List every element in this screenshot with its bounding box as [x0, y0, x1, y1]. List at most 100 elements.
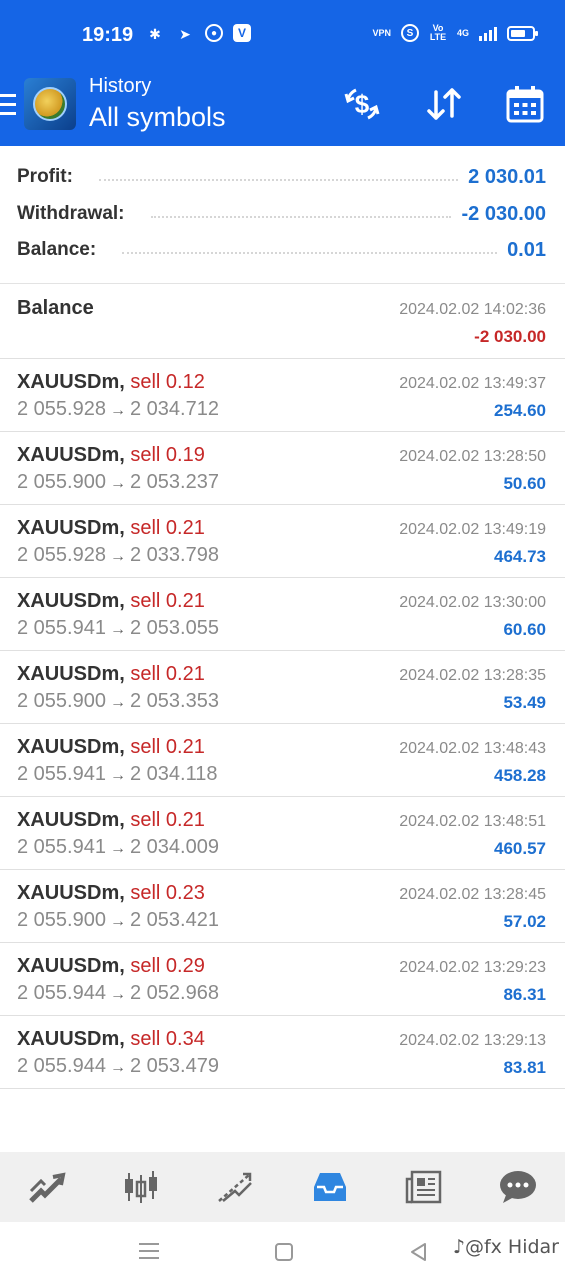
shield-icon: S: [400, 24, 419, 42]
v-app-icon: V: [233, 24, 251, 42]
page-title[interactable]: All symbols: [89, 102, 226, 133]
symbol-name: XAUUSDm,: [17, 1028, 125, 1050]
deal-symbol: XAUUSDm, sell 0.21: [17, 517, 205, 540]
deal-row[interactable]: XAUUSDm, sell 0.29 2 055.944 → 2 052.968 202…: [0, 943, 565, 1016]
back-icon[interactable]: [409, 1242, 429, 1262]
deal-symbol: XAUUSDm, sell 0.29: [17, 955, 205, 978]
deal-side-volume: sell 0.21: [130, 663, 205, 685]
symbol-name: XAUUSDm,: [17, 590, 125, 612]
profit-label: Profit:: [17, 166, 73, 187]
close-price: 2 034.712: [129, 398, 219, 420]
symbol-name: XAUUSDm,: [17, 809, 125, 831]
deal-profit: 60.60: [503, 620, 546, 639]
open-price: 2 055.944: [17, 982, 106, 1004]
watermark-text: ♪@fx Hidar: [452, 1236, 559, 1258]
balance-row: Balance: 0.01: [17, 232, 546, 268]
deal-prices: 2 055.900 → 2 053.421: [17, 909, 219, 932]
deal-profit: 57.02: [503, 912, 546, 931]
deal-row[interactable]: XAUUSDm, sell 0.23 2 055.900 → 2 053.421 202…: [0, 870, 565, 943]
dollar-exchange-icon[interactable]: $: [342, 84, 382, 124]
balance-operation-row[interactable]: Balance 2024.02.02 14:02:36 -2 030.00: [0, 285, 565, 359]
home-icon[interactable]: [274, 1242, 294, 1262]
profit-row: Profit: 2 030.01: [17, 159, 546, 195]
sort-icon[interactable]: [424, 84, 464, 124]
close-price: 2 053.237: [129, 471, 219, 493]
recent-apps-icon[interactable]: [138, 1242, 160, 1260]
bottom-navigation: [0, 1152, 565, 1222]
dotted-leader: [98, 179, 459, 181]
symbol-name: XAUUSDm,: [17, 517, 125, 539]
deal-row[interactable]: XAUUSDm, sell 0.12 2 055.928 → 2 034.712 202…: [0, 359, 565, 432]
close-price: 2 034.118: [129, 763, 218, 785]
close-price: 2 053.055: [129, 617, 219, 639]
deal-time: 2024.02.02 13:49:19: [399, 521, 546, 538]
page-subtitle: History: [89, 75, 152, 97]
deal-row[interactable]: XAUUSDm, sell 0.21 2 055.941 → 2 034.118 202…: [0, 724, 565, 797]
dotted-leader: [150, 216, 452, 218]
chat-tab[interactable]: [471, 1152, 565, 1222]
arrow-right-icon: →: [109, 475, 126, 492]
deal-side-volume: sell 0.21: [130, 736, 205, 758]
vpn-app-icon: ●: [205, 24, 223, 42]
volte-icon: Vo LTE: [429, 23, 447, 42]
deal-symbol: XAUUSDm, sell 0.34: [17, 1028, 205, 1051]
deal-prices: 2 055.944 → 2 053.479: [17, 1055, 219, 1078]
deal-row[interactable]: XAUUSDm, sell 0.34 2 055.944 → 2 053.479 202…: [0, 1016, 565, 1089]
deal-row[interactable]: XAUUSDm, sell 0.19 2 055.900 → 2 053.237 202…: [0, 432, 565, 505]
operation-time: 2024.02.02 14:02:36: [399, 301, 546, 318]
deal-prices: 2 055.941 → 2 034.118: [17, 763, 217, 786]
deal-row[interactable]: XAUUSDm, sell 0.21 2 055.941 → 2 053.055 202…: [0, 578, 565, 651]
open-price: 2 055.941: [17, 617, 106, 639]
history-tab[interactable]: [283, 1152, 377, 1222]
balance-value: 0.01: [507, 238, 546, 261]
menu-icon[interactable]: [0, 94, 16, 116]
deal-prices: 2 055.941 → 2 034.009: [17, 836, 219, 859]
history-icon: [313, 1173, 346, 1201]
deal-profit: 458.28: [494, 766, 546, 785]
open-price: 2 055.900: [17, 471, 106, 493]
status-time: 19:19: [82, 24, 134, 46]
dotted-leader: [122, 252, 498, 254]
open-price: 2 055.944: [17, 1055, 106, 1077]
calendar-icon[interactable]: [505, 84, 545, 124]
history-list: Balance 2024.02.02 14:02:36 -2 030.00 XA…: [0, 285, 565, 1089]
arrow-right-icon: →: [109, 986, 126, 1003]
news-tab[interactable]: [377, 1152, 471, 1222]
open-price: 2 055.941: [17, 763, 106, 785]
close-price: 2 053.479: [129, 1055, 219, 1077]
deal-profit: 460.57: [494, 839, 546, 858]
deal-side-volume: sell 0.21: [130, 517, 205, 539]
deal-row[interactable]: XAUUSDm, sell 0.21 2 055.900 → 2 053.353 202…: [0, 651, 565, 724]
chat-icon: [499, 1171, 536, 1203]
open-price: 2 055.928: [17, 544, 106, 566]
deal-time: 2024.02.02 13:29:23: [399, 959, 546, 976]
status-bar: 19:19 ✱ ➤ ● V VPN S Vo LTE 4G: [0, 0, 565, 72]
open-price: 2 055.928: [17, 398, 106, 420]
signal-icon: [479, 25, 497, 41]
svg-text:$: $: [355, 89, 370, 119]
symbol-name: XAUUSDm,: [17, 663, 125, 685]
deal-side-volume: sell 0.34: [130, 1028, 205, 1050]
deal-row[interactable]: XAUUSDm, sell 0.21 2 055.928 → 2 033.798 202…: [0, 505, 565, 578]
arrow-right-icon: →: [109, 694, 126, 711]
quotes-tab[interactable]: [0, 1152, 94, 1222]
deal-prices: 2 055.944 → 2 052.968: [17, 982, 219, 1005]
profit-value: 2 030.01: [468, 165, 546, 188]
arrow-right-icon: →: [109, 548, 126, 565]
chart-tab[interactable]: [94, 1152, 188, 1222]
deal-prices: 2 055.928 → 2 034.712: [17, 398, 219, 421]
open-price: 2 055.900: [17, 909, 106, 931]
deal-row[interactable]: XAUUSDm, sell 0.21 2 055.941 → 2 034.009 202…: [0, 797, 565, 870]
arrow-right-icon: →: [109, 1059, 126, 1076]
trade-tab[interactable]: [188, 1152, 282, 1222]
deal-prices: 2 055.900 → 2 053.237: [17, 471, 219, 494]
close-price: 2 033.798: [129, 544, 219, 566]
news-icon: [405, 1170, 442, 1204]
deal-profit: 50.60: [503, 474, 546, 493]
close-price: 2 053.353: [129, 690, 219, 712]
system-status-icons: VPN S Vo LTE 4G: [372, 23, 538, 42]
open-price: 2 055.941: [17, 836, 106, 858]
deal-time: 2024.02.02 13:28:45: [399, 886, 546, 903]
close-price: 2 052.968: [129, 982, 219, 1004]
arrow-right-icon: →: [109, 402, 126, 419]
